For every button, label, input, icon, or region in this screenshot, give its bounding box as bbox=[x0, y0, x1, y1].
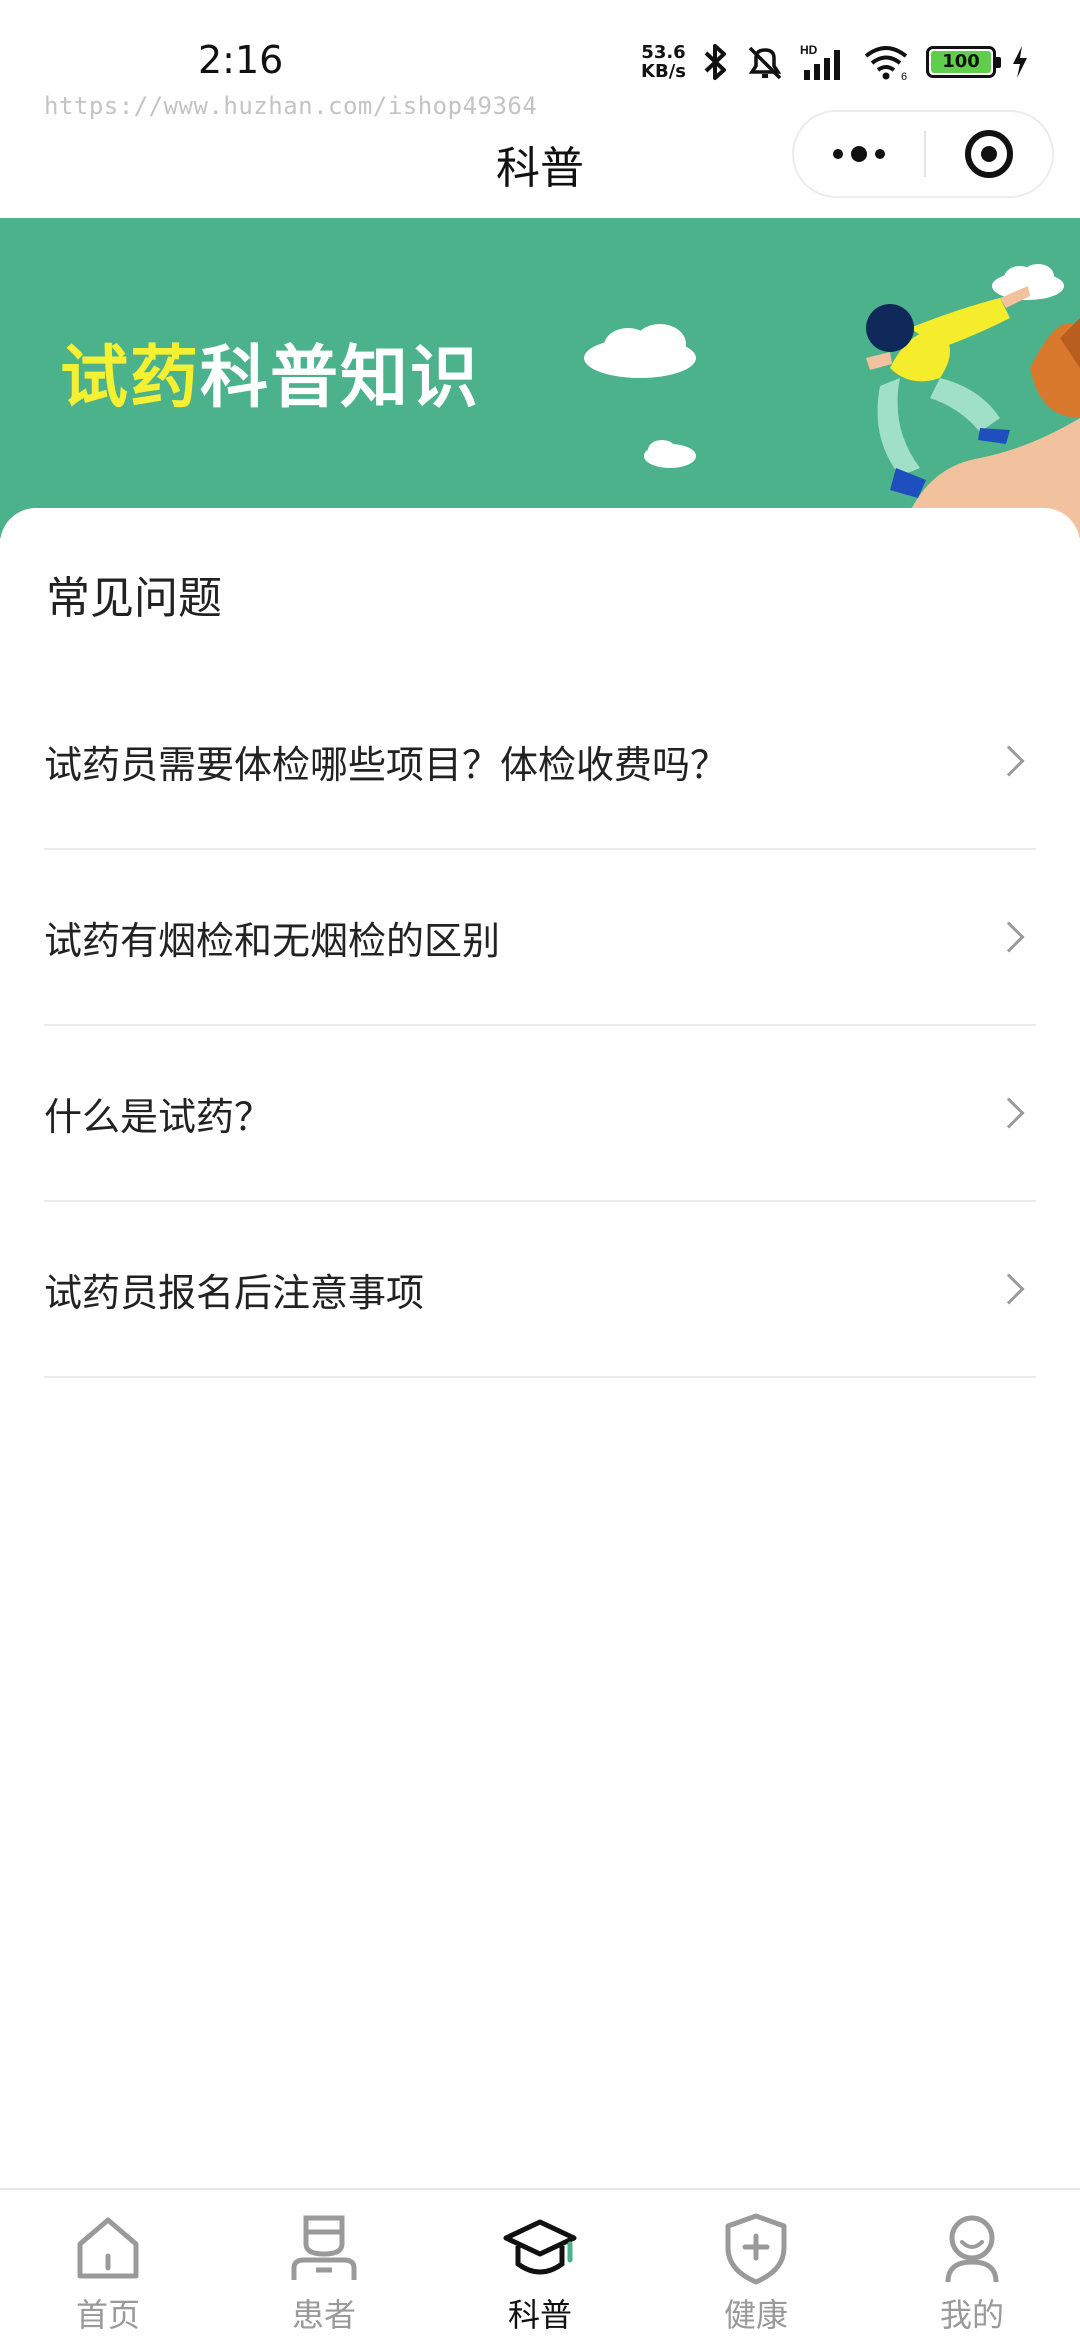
faq-item[interactable]: 试药员报名后注意事项 bbox=[44, 1202, 1036, 1378]
tab-label: 我的 bbox=[939, 2296, 1004, 2334]
chevron-right-icon bbox=[993, 921, 1025, 953]
user-icon bbox=[945, 2215, 999, 2283]
graduation-cap-icon bbox=[503, 2219, 577, 2275]
tab-label: 患者 bbox=[291, 2296, 356, 2334]
tab-home[interactable]: 首页 bbox=[0, 2190, 216, 2340]
banner: 试药科普知识 bbox=[0, 218, 1080, 538]
tab-health[interactable]: 健康 bbox=[648, 2190, 864, 2340]
battery-icon: 100 bbox=[926, 46, 1001, 78]
more-dot-icon bbox=[833, 149, 843, 159]
faq-item[interactable]: 什么是试药？ bbox=[44, 1026, 1036, 1202]
section-title: 常见问题 bbox=[46, 573, 222, 624]
charging-icon bbox=[1013, 46, 1027, 78]
wifi-icon: 6 bbox=[864, 46, 908, 82]
nav-bar: 科普 bbox=[0, 110, 1080, 218]
more-dot-icon bbox=[875, 149, 885, 159]
tab-label: 科普 bbox=[507, 2296, 572, 2334]
cloud-icon bbox=[584, 324, 696, 378]
home-icon bbox=[77, 2217, 139, 2279]
shield-plus-icon bbox=[725, 2213, 787, 2285]
cloud-icon bbox=[644, 440, 696, 468]
mute-icon bbox=[748, 46, 782, 80]
faq-item[interactable]: 试药员需要体检哪些项目？体检收费吗？ bbox=[44, 674, 1036, 850]
close-button[interactable] bbox=[926, 130, 1052, 178]
target-icon bbox=[965, 130, 1013, 178]
tab-patient[interactable]: 患者 bbox=[216, 2190, 432, 2340]
faq-item-label: 试药员报名后注意事项 bbox=[44, 1270, 425, 1315]
tab-science[interactable]: 科普 bbox=[432, 2190, 648, 2340]
faq-item-label: 试药有烟检和无烟检的区别 bbox=[44, 918, 501, 963]
tab-bar: 首页 患者 科普 健康 我的 bbox=[0, 2188, 1080, 2340]
more-dot-icon bbox=[851, 146, 867, 162]
svg-text:6: 6 bbox=[901, 71, 907, 82]
bluetooth-icon bbox=[704, 44, 726, 80]
faq-item-label: 什么是试药？ bbox=[44, 1094, 273, 1139]
content-card: 常见问题 试药员需要体检哪些项目？体检收费吗？ 试药有烟检和无烟检的区别 什么是… bbox=[0, 508, 1080, 2188]
banner-title: 试药科普知识 bbox=[60, 339, 481, 418]
chevron-right-icon bbox=[993, 1273, 1025, 1305]
status-icons: 53.6 KB/s HD 6 100 bbox=[641, 40, 1030, 84]
mini-program-capsule bbox=[792, 110, 1054, 198]
faq-list: 试药员需要体检哪些项目？体检收费吗？ 试药有烟检和无烟检的区别 什么是试药？ 试… bbox=[44, 674, 1036, 1378]
chevron-right-icon bbox=[993, 745, 1025, 777]
status-bar: 2:16 53.6 KB/s HD 6 100 https://www.huzh… bbox=[0, 0, 1080, 120]
more-button[interactable] bbox=[794, 112, 924, 196]
tab-label: 健康 bbox=[723, 2296, 788, 2334]
svg-text:HD: HD bbox=[800, 43, 818, 57]
faq-item[interactable]: 试药有烟检和无烟检的区别 bbox=[44, 850, 1036, 1026]
status-time: 2:16 bbox=[198, 38, 284, 82]
patient-icon bbox=[291, 2215, 357, 2280]
network-speed: 53.6 KB/s bbox=[641, 42, 686, 82]
signal-icon: HD bbox=[800, 43, 840, 80]
banner-illustration bbox=[584, 264, 1080, 538]
tab-label: 首页 bbox=[75, 2296, 140, 2334]
tab-mine[interactable]: 我的 bbox=[864, 2190, 1080, 2340]
chevron-right-icon bbox=[993, 1097, 1025, 1129]
faq-item-label: 试药员需要体检哪些项目？体检收费吗？ bbox=[44, 742, 729, 787]
